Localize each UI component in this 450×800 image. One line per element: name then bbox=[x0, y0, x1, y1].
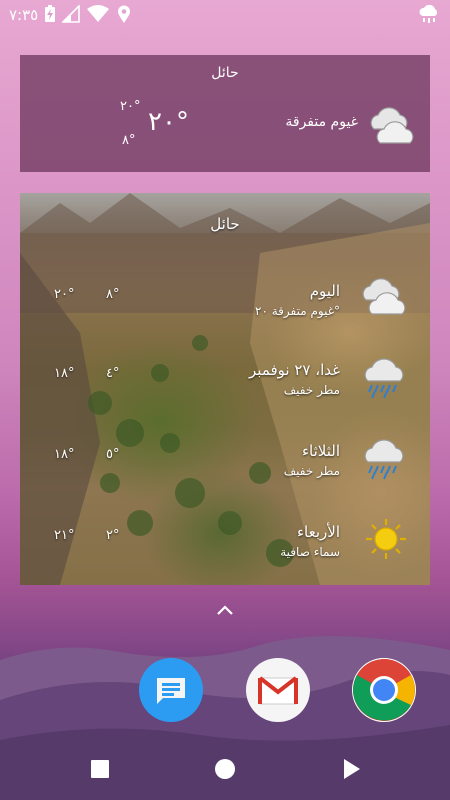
current-weather-widget[interactable]: حائل ٢٠° ٢٠° ٨° غيوم متفرقة bbox=[20, 55, 430, 172]
day-name: الثلاثاء bbox=[301, 442, 340, 460]
day-high: ١٨° bbox=[54, 447, 75, 462]
forecast-day-tuesday[interactable]: الثلاثاء مطر خفيف ١٨° ٥° bbox=[20, 439, 430, 502]
home-button[interactable] bbox=[214, 758, 236, 784]
gmail-app-icon[interactable] bbox=[246, 658, 310, 722]
recents-button[interactable] bbox=[89, 758, 111, 784]
status-bar: ٧:٣٥ bbox=[0, 0, 450, 30]
app-drawer-arrow-icon[interactable] bbox=[215, 602, 235, 621]
day-description: مطر خفيف bbox=[283, 383, 340, 397]
day-name: الأربعاء bbox=[296, 523, 340, 541]
weather-notification-icon bbox=[418, 4, 440, 28]
rain-icon bbox=[362, 436, 408, 484]
chrome-app-icon[interactable] bbox=[352, 658, 416, 722]
day-description: سماء صافية bbox=[280, 545, 340, 559]
back-button[interactable] bbox=[340, 758, 362, 784]
day-low: ٥° bbox=[106, 447, 120, 462]
day-high: ٢١° bbox=[54, 528, 75, 543]
day-name: اليوم bbox=[309, 282, 340, 300]
sun-icon bbox=[364, 517, 408, 565]
location-icon bbox=[117, 5, 131, 28]
weather-description: غيوم متفرقة bbox=[285, 114, 358, 130]
wifi-icon bbox=[87, 5, 109, 27]
day-description: مطر خفيف bbox=[283, 464, 340, 478]
rain-icon bbox=[362, 355, 408, 403]
forecast-city: حائل bbox=[210, 215, 240, 233]
forecast-day-wednesday[interactable]: الأربعاء سماء صافية ٢١° ٢° bbox=[20, 519, 430, 583]
day-low: ٤° bbox=[106, 366, 120, 381]
widget-city: حائل bbox=[211, 65, 239, 81]
day-description: غيوم متفرقة ٢٠° bbox=[255, 304, 340, 318]
battery-charging-icon bbox=[44, 5, 56, 27]
messages-app-icon[interactable] bbox=[139, 658, 203, 722]
low-temperature: ٨° bbox=[122, 133, 136, 148]
high-temperature: ٢٠° bbox=[120, 99, 141, 114]
forecast-day-today[interactable]: اليوم غيوم متفرقة ٢٠° ٢٠° ٨° bbox=[20, 278, 430, 342]
day-name: غدا، ٢٧ نوفمبر bbox=[249, 361, 340, 379]
forecast-widget[interactable]: حائل اليوم غيوم متفرقة ٢٠° ٢٠° ٨° غدا، ٢… bbox=[20, 193, 430, 585]
forecast-day-tomorrow[interactable]: غدا، ٢٧ نوفمبر مطر خفيف ١٨° ٤° bbox=[20, 358, 430, 421]
signal-icon bbox=[61, 4, 80, 27]
current-temperature: ٢٠° bbox=[148, 107, 189, 137]
status-time: ٧:٣٥ bbox=[9, 6, 39, 24]
day-low: ٢° bbox=[106, 528, 120, 543]
partly-cloudy-icon bbox=[364, 103, 416, 151]
clouds-icon bbox=[358, 276, 408, 322]
day-low: ٨° bbox=[106, 287, 120, 302]
day-high: ٢٠° bbox=[54, 287, 75, 302]
day-high: ١٨° bbox=[54, 366, 75, 381]
